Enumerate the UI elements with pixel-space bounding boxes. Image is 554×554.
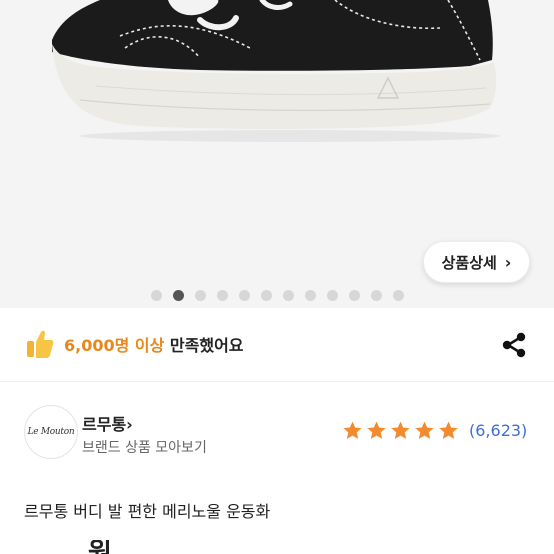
share-icon[interactable] <box>500 331 528 359</box>
gallery-dot[interactable] <box>370 290 382 301</box>
product-detail-label: 상품상세 <box>441 253 497 272</box>
section-divider <box>0 381 554 382</box>
gallery-dot[interactable] <box>216 290 228 301</box>
brand-logo-text: Le Mouton <box>27 427 75 437</box>
gallery-dot[interactable] <box>282 290 294 301</box>
review-count-link[interactable]: (6,623) <box>469 421 527 440</box>
gallery-dot[interactable] <box>238 290 250 301</box>
product-title: 르무통 버디 발 편한 메리노울 운동화 <box>24 502 271 521</box>
gallery-dot[interactable] <box>172 290 184 301</box>
price-partial: 원 <box>88 540 238 554</box>
chevron-right-icon: › <box>504 252 512 272</box>
brand-products-link[interactable]: 브랜드 상품 모아보기 <box>82 437 207 457</box>
rating-summary[interactable]: (6,623) <box>342 420 527 441</box>
brand-section: Le Mouton 르무통› 브랜드 상품 모아보기 (6,623) <box>24 405 534 463</box>
gallery-dot[interactable] <box>194 290 206 301</box>
brand-logo[interactable]: Le Mouton <box>24 405 78 459</box>
satisfaction-count: 6,000명 이상 <box>64 336 165 355</box>
product-detail-button[interactable]: 상품상세 › <box>423 241 530 283</box>
chevron-right-icon: › <box>126 415 133 434</box>
satisfaction-banner: 6,000명 이상 만족했어요 <box>26 327 244 361</box>
gallery-dot[interactable] <box>326 290 338 301</box>
star-icon <box>415 421 434 439</box>
gallery-pagination[interactable] <box>0 290 554 302</box>
thumbs-up-icon <box>27 330 54 358</box>
star-icon <box>367 421 386 439</box>
product-image-gallery[interactable]: 상품상세 › <box>0 0 554 308</box>
gallery-dot[interactable] <box>150 290 162 301</box>
price-text: 원 <box>88 540 238 554</box>
gallery-dot[interactable] <box>304 290 316 301</box>
gallery-dot[interactable] <box>260 290 272 301</box>
satisfaction-suffix: 만족했어요 <box>164 336 244 355</box>
gallery-dot[interactable] <box>392 290 404 301</box>
star-icon <box>391 421 410 439</box>
star-icon <box>343 421 362 439</box>
gallery-dot[interactable] <box>348 290 360 301</box>
brand-name: 르무통 <box>82 415 127 434</box>
brand-name-link[interactable]: 르무통› <box>82 411 133 435</box>
star-icon <box>439 421 458 439</box>
